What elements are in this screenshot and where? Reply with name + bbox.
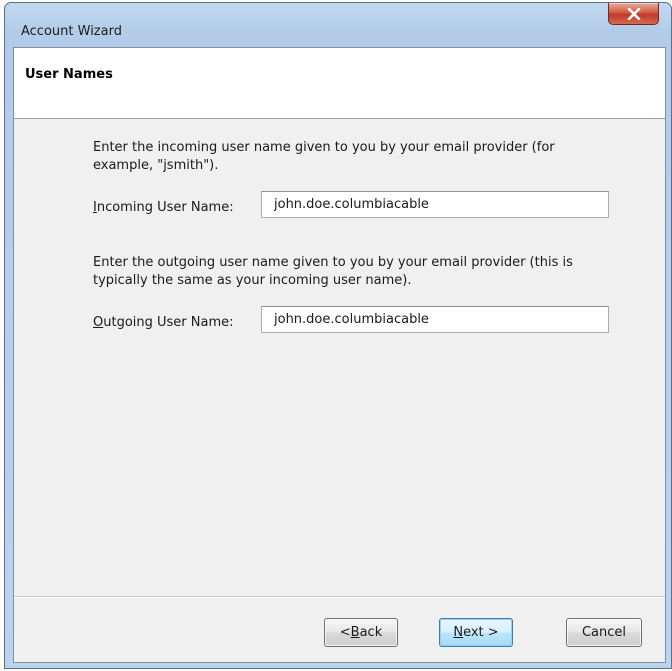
page-title: User Names [25,67,113,82]
footer-separator [14,596,665,598]
close-button[interactable] [608,3,659,25]
incoming-description: Enter the incoming user name given to yo… [93,140,555,173]
outgoing-username-label: Outgoing User Name: [93,315,234,330]
wizard-content: Enter the incoming user name given to yo… [14,120,665,595]
outgoing-label-text: utgoing User Name: [103,315,234,330]
title-bar[interactable]: Account Wizard [5,3,671,41]
back-button-prefix: < [339,625,351,640]
outgoing-label-accelerator: O [93,315,104,330]
back-button[interactable]: < Back [324,618,398,647]
back-button-text: ack [359,625,383,640]
wizard-client-area: User Names Enter the incoming user name … [13,47,666,663]
back-button-accelerator: B [350,625,360,640]
next-button-text: ext > [463,625,499,640]
incoming-username-label: Incoming User Name: [93,200,234,215]
wizard-window: Account Wizard User Names Enter the inco… [4,2,672,669]
wizard-header: User Names [14,48,665,119]
outgoing-description: Enter the outgoing user name given to yo… [93,255,573,288]
cancel-button[interactable]: Cancel [566,618,642,647]
window-title: Account Wizard [21,24,122,39]
outgoing-username-input[interactable] [261,306,609,333]
incoming-label-text: ncoming User Name: [96,200,234,215]
next-button[interactable]: Next > [439,618,513,647]
incoming-username-input[interactable] [261,191,609,218]
close-icon [627,7,640,20]
next-button-accelerator: N [453,625,464,640]
